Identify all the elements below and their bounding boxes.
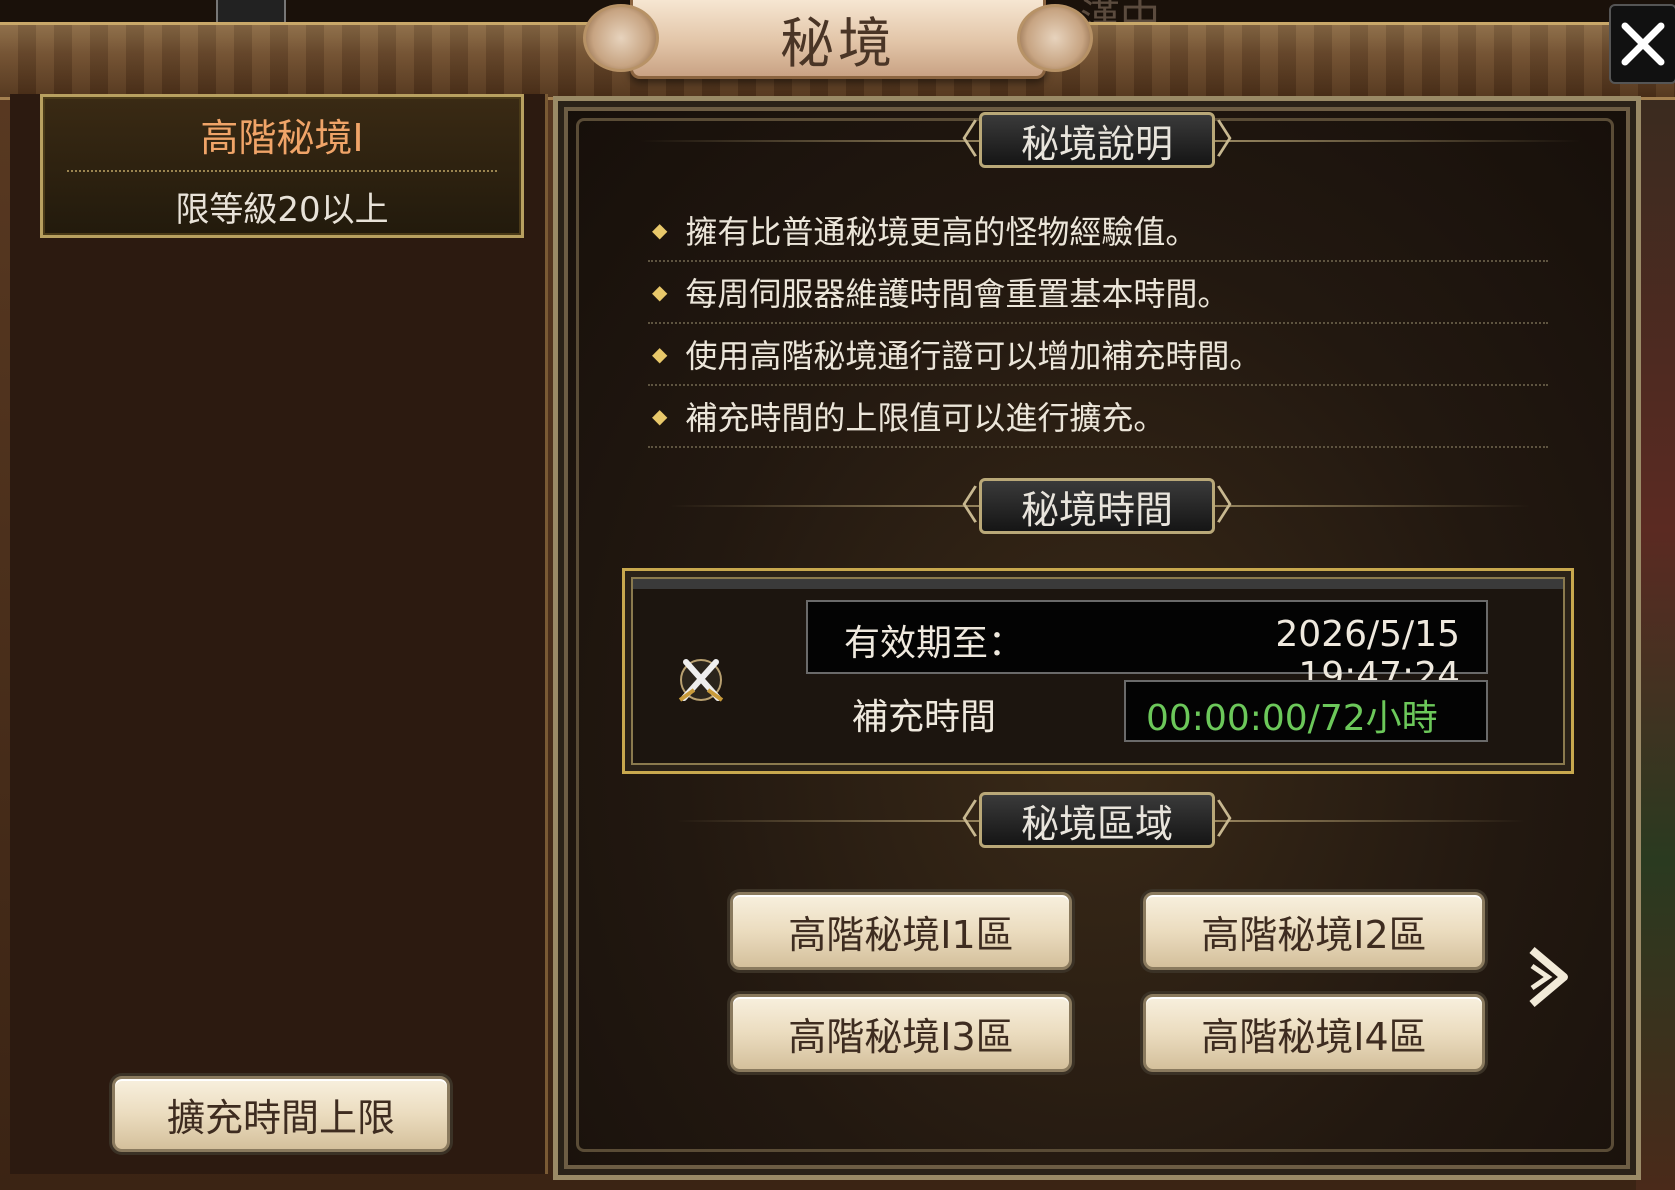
close-icon [1621, 22, 1665, 66]
background-scenery [1636, 90, 1675, 1190]
title-ornament-left [583, 4, 659, 72]
entry-divider [67, 170, 497, 172]
dungeon-name: 高階秘境I [200, 116, 364, 160]
chevron-left-icon: 〈 [939, 797, 979, 843]
title-plaque: 秘境 [583, 0, 1093, 79]
chevron-right-icon: 〉 [1215, 117, 1255, 163]
crossed-swords-icon [678, 659, 724, 702]
dungeon-list-panel: 高階秘境I 限等級20以上 [10, 94, 548, 1174]
description-item: ◆ 使用高階秘境通行證可以增加補充時間。 [648, 324, 1548, 386]
close-button[interactable] [1609, 4, 1675, 84]
diamond-bullet-icon: ◆ [652, 342, 668, 366]
diamond-bullet-icon: ◆ [652, 404, 668, 428]
refill-time-value: 00:00:00/72小時 [1146, 698, 1438, 739]
description-text: 補充時間的上限值可以進行擴充。 [685, 399, 1166, 437]
chevron-right-icon: 〉 [1215, 797, 1255, 843]
chevron-left-icon: 〈 [939, 483, 979, 529]
time-header-label: 秘境時間 [1020, 487, 1173, 532]
diamond-bullet-icon: ◆ [652, 218, 668, 242]
dungeon-level-requirement: 限等級20以上 [175, 190, 389, 230]
description-text: 使用高階秘境通行證可以增加補充時間。 [685, 337, 1262, 375]
description-item: ◆ 擁有比普通秘境更高的怪物經驗值。 [648, 200, 1548, 262]
zone-header-label: 秘境區域 [1020, 801, 1173, 846]
zone-button-4[interactable]: 高階秘境I4區 [1143, 994, 1485, 1072]
expiry-label: 有效期至： [844, 623, 1025, 664]
description-item: ◆ 補充時間的上限值可以進行擴充。 [648, 386, 1548, 448]
refill-time-label: 補充時間 [852, 697, 997, 738]
diamond-bullet-icon: ◆ [652, 280, 668, 304]
zone-section-header: 〈 秘境區域 〉 [932, 790, 1262, 850]
chevron-left-icon: 〈 [939, 117, 979, 163]
zone-button-3[interactable]: 高階秘境I3區 [730, 994, 1072, 1072]
zone-button-1[interactable]: 高階秘境I1區 [730, 892, 1072, 970]
description-text: 每周伺服器維護時間會重置基本時間。 [685, 275, 1230, 313]
zone-button-2[interactable]: 高階秘境I2區 [1143, 892, 1485, 970]
description-section-header: 〈 秘境說明 〉 [932, 110, 1262, 170]
description-item: ◆ 每周伺服器維護時間會重置基本時間。 [648, 262, 1548, 324]
title-ornament-right [1017, 4, 1093, 72]
background-search-icon [216, 0, 286, 24]
description-text: 擁有比普通秘境更高的怪物經驗值。 [685, 213, 1198, 251]
dungeon-list-item-selected[interactable]: 高階秘境I 限等級20以上 [40, 94, 524, 238]
expand-time-limit-button[interactable]: 擴充時間上限 [112, 1076, 450, 1152]
chevron-right-icon: 〉 [1215, 483, 1255, 529]
description-header-label: 秘境說明 [1020, 121, 1173, 166]
description-list: ◆ 擁有比普通秘境更高的怪物經驗值。 ◆ 每周伺服器維護時間會重置基本時間。 ◆… [648, 200, 1548, 448]
time-section-header: 〈 秘境時間 〉 [932, 476, 1262, 536]
next-page-arrow[interactable] [1526, 942, 1572, 1012]
window-title: 秘境 [780, 11, 896, 75]
